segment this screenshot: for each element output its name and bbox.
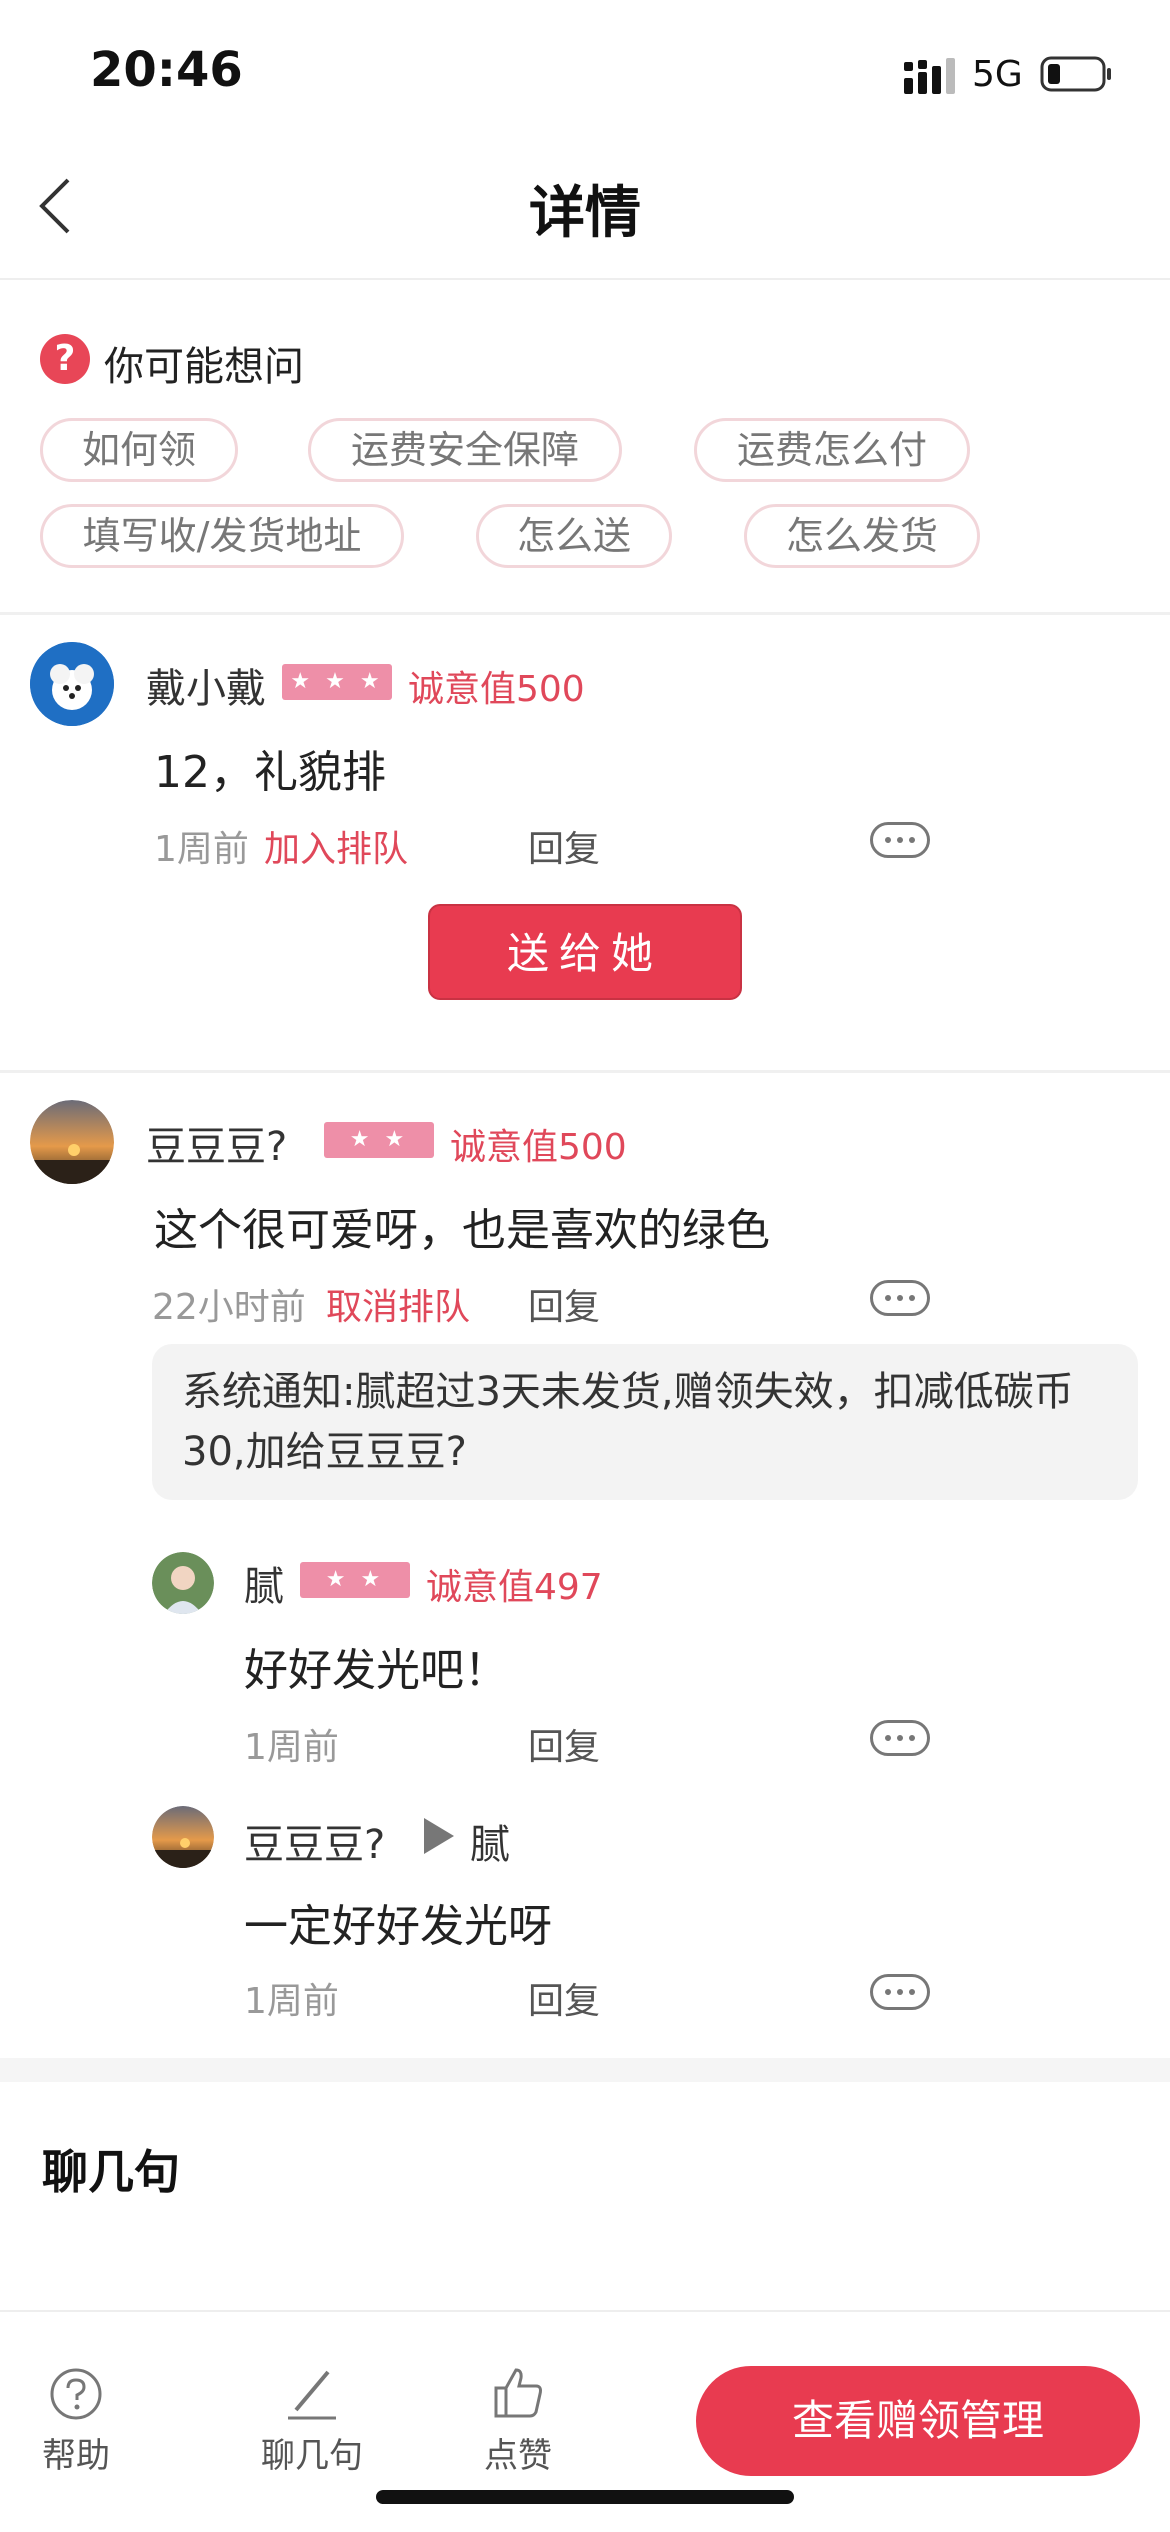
reply-to-arrow-icon — [424, 1818, 454, 1854]
reply-link[interactable]: 回复 — [528, 1718, 600, 1770]
faq-chip[interactable]: 怎么送 — [476, 504, 672, 568]
system-notice: 系统通知:腻超过3天未发货,赠领失效，扣减低碳币30,加给豆豆豆? — [152, 1344, 1138, 1500]
section-divider — [0, 612, 1170, 615]
faq-chip[interactable]: 如何领 — [40, 418, 238, 482]
girl-avatar-icon — [152, 1552, 214, 1614]
comment-content: 12，礼貌排 — [154, 747, 386, 798]
help-icon[interactable] — [48, 2366, 104, 2422]
comment-time: 22小时前 — [152, 1287, 306, 1328]
comment-content: 这个很可爱呀，也是喜欢的绿色 — [154, 1205, 770, 1256]
help-tab-label[interactable]: 帮助 — [26, 2428, 126, 2477]
thumbs-up-icon[interactable] — [490, 2364, 546, 2420]
reply-content: 好好发光吧！ — [244, 1645, 508, 1696]
sunset-avatar-icon — [30, 1100, 114, 1184]
faq-title: 你可能想问 — [104, 344, 304, 390]
nav-divider — [0, 278, 1170, 280]
reply-link[interactable]: 回复 — [528, 1972, 600, 2024]
section-divider — [0, 2058, 1170, 2082]
join-queue-link[interactable]: 加入排队 — [264, 820, 408, 872]
star-badge: ★ ★ ★ — [282, 664, 392, 700]
pen-icon[interactable] — [284, 2366, 340, 2422]
reply-time: 1周前 — [244, 1981, 339, 2022]
reply-time: 1周前 — [244, 1727, 339, 1768]
more-icon[interactable] — [870, 1720, 930, 1756]
faq-chip[interactable]: 运费怎么付 — [694, 418, 970, 482]
faq-chip[interactable]: 怎么发货 — [744, 504, 980, 568]
reply-username[interactable]: 豆豆豆? — [244, 1812, 385, 1870]
sunset-avatar-icon — [152, 1806, 214, 1868]
comment-time: 1周前 — [154, 829, 249, 870]
reply-link[interactable]: 回复 — [528, 1278, 600, 1330]
avatar[interactable] — [152, 1806, 214, 1868]
comment-username[interactable]: 豆豆豆? — [146, 1114, 287, 1172]
status-time: 20:46 — [90, 42, 243, 98]
reply-to-username[interactable]: 腻 — [470, 1812, 510, 1870]
give-button[interactable]: 送给她 — [428, 904, 742, 1000]
battery-icon — [1040, 56, 1111, 92]
signal-icon — [904, 58, 955, 94]
comment-username[interactable]: 戴小戴 — [146, 656, 266, 714]
sincerity-score: 诚意值500 — [450, 1127, 627, 1168]
chat-tab-label[interactable]: 聊几句 — [252, 2428, 372, 2477]
avatar[interactable] — [152, 1552, 214, 1614]
star-badge: ★ ★ — [300, 1562, 410, 1598]
more-icon[interactable] — [870, 822, 930, 858]
star-badge: ★ ★ — [324, 1122, 434, 1158]
page-title: 详情 — [529, 181, 641, 246]
cancel-queue-link[interactable]: 取消排队 — [326, 1278, 470, 1330]
home-indicator — [376, 2490, 794, 2504]
dog-avatar-icon — [30, 642, 114, 726]
faq-chip[interactable]: 填写收/发货地址 — [40, 504, 404, 568]
avatar[interactable] — [30, 1100, 114, 1184]
avatar[interactable] — [30, 642, 114, 726]
reply-link[interactable]: 回复 — [528, 820, 600, 872]
reply-username[interactable]: 腻 — [244, 1554, 284, 1612]
more-icon[interactable] — [870, 1974, 930, 2010]
question-icon: ? — [40, 334, 90, 384]
more-icon[interactable] — [870, 1280, 930, 1316]
sincerity-score: 诚意值500 — [408, 669, 585, 710]
like-tab-label[interactable]: 点赞 — [466, 2428, 570, 2477]
faq-chip[interactable]: 运费安全保障 — [308, 418, 622, 482]
chat-section-title: 聊几句 — [42, 2145, 180, 2199]
reply-content: 一定好好发光呀 — [244, 1901, 552, 1952]
view-gift-management-button[interactable]: 查看赠领管理 — [696, 2366, 1140, 2476]
network-label: 5G — [972, 54, 1023, 95]
section-divider — [0, 1070, 1170, 1073]
sincerity-score: 诚意值497 — [426, 1567, 603, 1608]
bottom-bar-divider — [0, 2310, 1170, 2312]
